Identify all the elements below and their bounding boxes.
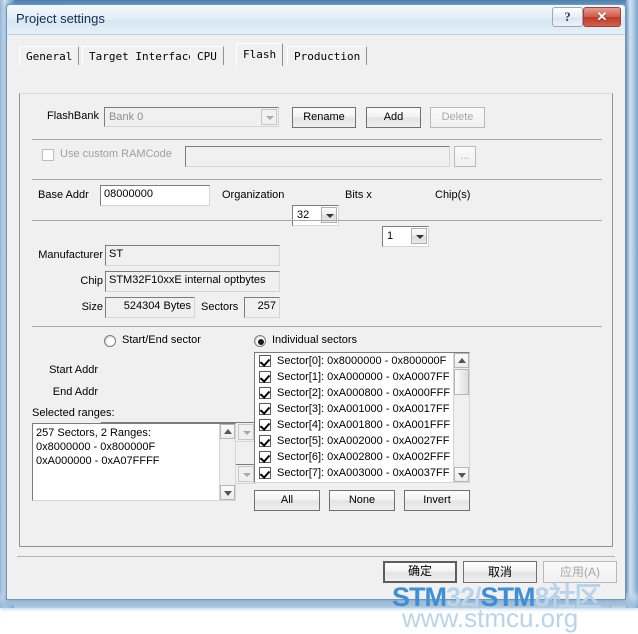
delete-button: Delete <box>430 107 485 128</box>
tab-production[interactable]: Production <box>287 46 367 65</box>
ok-button[interactable]: 确定 <box>383 561 457 583</box>
scroll-down-icon[interactable] <box>220 485 235 500</box>
tab-general[interactable]: General <box>19 46 79 65</box>
flashbank-combo[interactable]: Bank 0 <box>104 107 279 127</box>
individual-sectors-list[interactable]: Sector[0]: 0x8000000 - 0x800000F Sector[… <box>254 352 470 483</box>
sectors-label: Sectors <box>201 301 238 313</box>
footer-divider <box>17 556 615 557</box>
select-all-button[interactable]: All <box>254 490 320 511</box>
list-item-label: Sector[6]: 0xA002800 - 0xA002FFF <box>277 451 450 463</box>
add-button[interactable]: Add <box>366 107 421 128</box>
tab-cpu[interactable]: CPU <box>190 46 224 65</box>
list-item[interactable]: Sector[0]: 0x8000000 - 0x800000F <box>255 353 469 369</box>
selected-ranges-label: Selected ranges: <box>32 407 115 419</box>
list-item[interactable]: Sector[4]: 0xA001800 - 0xA001FFF <box>255 417 469 433</box>
flashbank-label: FlashBank <box>37 110 99 122</box>
list-item[interactable]: Sector[2]: 0xA000800 - 0xA000FFF <box>255 385 469 401</box>
checkbox-icon[interactable] <box>259 387 271 399</box>
divider-3 <box>32 220 602 221</box>
checkbox-icon[interactable] <box>259 451 271 463</box>
chevron-down-icon <box>238 424 254 440</box>
chip-value: STM32F10xxE internal optbytes <box>105 271 280 292</box>
project-settings-dialog: Project settings ? ✕ General Target Inte… <box>6 4 626 600</box>
scroll-up-icon[interactable] <box>220 424 235 439</box>
dialog-titlebar[interactable]: Project settings ? ✕ <box>7 5 625 35</box>
list-item-label: Sector[4]: 0xA001800 - 0xA001FFF <box>277 419 450 431</box>
manufacturer-value: ST <box>105 245 280 266</box>
list-item-label: Sector[1]: 0xA000000 - 0xA0007FF <box>277 371 449 383</box>
list-item-label: Sector[7]: 0xA003000 - 0xA0037FF <box>277 467 449 479</box>
checkbox-icon[interactable] <box>259 371 271 383</box>
radio-icon <box>104 335 116 347</box>
checkbox-icon[interactable] <box>259 435 271 447</box>
ramcode-path-input[interactable] <box>185 146 450 167</box>
list-item-label: Sector[2]: 0xA000800 - 0xA000FFF <box>277 387 450 399</box>
checkbox-icon[interactable] <box>259 355 271 367</box>
chevron-down-icon[interactable] <box>261 109 277 125</box>
checkbox-icon[interactable] <box>259 467 271 479</box>
divider-2 <box>32 179 602 180</box>
select-invert-button[interactable]: Invert <box>404 490 470 511</box>
end-addr-label: End Addr <box>28 386 98 398</box>
use-custom-ramcode-label: Use custom RAMCode <box>60 148 172 160</box>
dialog-title: Project settings <box>16 11 105 26</box>
chips-unit-label: Chip(s) <box>435 189 470 201</box>
selected-ranges-box[interactable]: 257 Sectors, 2 Ranges: 0x8000000 - 0x800… <box>32 423 236 501</box>
checkbox-icon[interactable] <box>259 403 271 415</box>
help-icon[interactable]: ? <box>552 7 583 27</box>
start-addr-label: Start Addr <box>28 364 98 376</box>
chevron-down-icon[interactable] <box>411 228 427 244</box>
cancel-button[interactable]: 取消 <box>463 561 537 583</box>
bits-label: Bits x <box>345 189 372 201</box>
tab-bar: General Target Interface CPU Flash Produ… <box>19 43 616 65</box>
dialog-client-area: General Target Interface CPU Flash Produ… <box>7 35 625 599</box>
list-item-label: Sector[5]: 0xA002000 - 0xA0027FF <box>277 435 449 447</box>
scrollbar-thumb[interactable] <box>454 369 469 395</box>
close-icon[interactable]: ✕ <box>583 7 621 27</box>
divider-1 <box>32 139 602 140</box>
scroll-up-icon[interactable] <box>454 353 469 368</box>
chevron-down-icon <box>238 466 254 482</box>
list-item[interactable]: Sector[7]: 0xA003000 - 0xA0037FF <box>255 465 469 481</box>
radio-icon <box>254 335 266 347</box>
tab-flash[interactable]: Flash <box>236 43 283 66</box>
chips-combo[interactable]: 1 <box>382 226 429 247</box>
checkbox-icon <box>42 149 54 161</box>
list-item[interactable]: Sector[3]: 0xA001000 - 0xA0017FF <box>255 401 469 417</box>
sector-list-scrollbar[interactable] <box>453 353 469 482</box>
chip-label: Chip <box>23 275 103 287</box>
select-none-button[interactable]: None <box>329 490 395 511</box>
organization-combo[interactable]: 32 <box>292 205 339 226</box>
list-item-label: Sector[3]: 0xA001000 - 0xA0017FF <box>277 403 449 415</box>
selected-ranges-text: 257 Sectors, 2 Ranges: 0x8000000 - 0x800… <box>36 426 217 468</box>
selected-ranges-scrollbar[interactable] <box>219 424 235 500</box>
background-window-right-edge <box>626 0 638 608</box>
sectors-value: 257 <box>244 297 280 318</box>
tab-target-interface[interactable]: Target Interface <box>82 46 202 65</box>
base-addr-label: Base Addr <box>38 189 89 201</box>
radio-individual-sectors-label: Individual sectors <box>272 334 357 346</box>
list-item[interactable]: Sector[6]: 0xA002800 - 0xA002FFF <box>255 449 469 465</box>
base-addr-input[interactable]: 08000000 <box>100 185 210 206</box>
flashbank-value: Bank 0 <box>109 111 143 123</box>
rename-button[interactable]: Rename <box>292 107 356 128</box>
list-item-label: Sector[0]: 0x8000000 - 0x800000F <box>277 355 446 367</box>
flash-tab-page: FlashBank Bank 0 Rename Add Delete Use c… <box>19 93 613 547</box>
size-value: 524304 Bytes <box>105 297 195 318</box>
manufacturer-label: Manufacturer <box>23 249 103 261</box>
divider-4 <box>32 326 602 327</box>
scroll-down-icon[interactable] <box>454 467 469 482</box>
list-item[interactable]: Sector[1]: 0xA000000 - 0xA0007FF <box>255 369 469 385</box>
radio-start-end-sector-label: Start/End sector <box>122 334 201 346</box>
apply-button: 应用(A) <box>543 561 617 583</box>
list-item[interactable]: Sector[5]: 0xA002000 - 0xA0027FF <box>255 433 469 449</box>
organization-label: Organization <box>222 189 284 201</box>
ramcode-browse-button[interactable]: ... <box>454 146 476 167</box>
checkbox-icon[interactable] <box>259 419 271 431</box>
chips-value: 1 <box>387 230 393 242</box>
size-label: Size <box>23 301 103 313</box>
